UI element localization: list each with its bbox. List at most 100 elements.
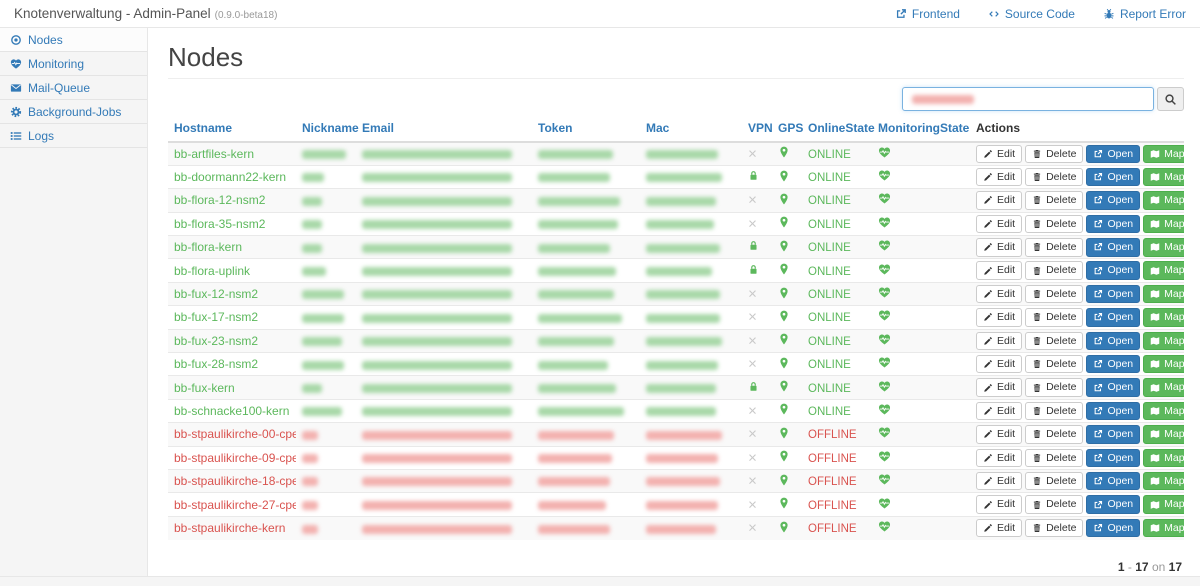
open-button[interactable]: Open <box>1086 519 1140 538</box>
map-button[interactable]: Map <box>1143 472 1184 491</box>
node-hostname-link[interactable]: bb-fux-17-nsm2 <box>174 310 258 324</box>
search-button[interactable] <box>1157 87 1184 111</box>
column-header-monitoringstate[interactable]: MonitoringState <box>872 117 970 142</box>
map-marker-icon[interactable] <box>778 146 790 158</box>
open-button[interactable]: Open <box>1086 238 1140 257</box>
node-hostname-link[interactable]: bb-flora-kern <box>174 240 242 254</box>
edit-button[interactable]: Edit <box>976 332 1022 351</box>
map-marker-icon[interactable] <box>778 287 790 299</box>
edit-button[interactable]: Edit <box>976 449 1022 468</box>
column-header-nickname[interactable]: Nickname <box>296 117 356 142</box>
sidebar-item-mail-queue[interactable]: Mail-Queue <box>0 76 147 100</box>
open-button[interactable]: Open <box>1086 191 1140 210</box>
topbar-link-frontend[interactable]: Frontend <box>895 7 960 21</box>
map-marker-icon[interactable] <box>778 310 790 322</box>
delete-button[interactable]: Delete <box>1025 449 1083 468</box>
delete-button[interactable]: Delete <box>1025 355 1083 374</box>
map-marker-icon[interactable] <box>778 427 790 439</box>
delete-button[interactable]: Delete <box>1025 378 1083 397</box>
edit-button[interactable]: Edit <box>976 285 1022 304</box>
map-button[interactable]: Map <box>1143 519 1184 538</box>
node-hostname-link[interactable]: bb-stpaulikirche-00-cpe2 <box>174 427 296 441</box>
delete-button[interactable]: Delete <box>1025 332 1083 351</box>
open-button[interactable]: Open <box>1086 449 1140 468</box>
node-hostname-link[interactable]: bb-artfiles-kern <box>174 147 254 161</box>
open-button[interactable]: Open <box>1086 145 1140 164</box>
map-button[interactable]: Map <box>1143 215 1184 234</box>
edit-button[interactable]: Edit <box>976 215 1022 234</box>
map-marker-icon[interactable] <box>778 357 790 369</box>
node-hostname-link[interactable]: bb-stpaulikirche-kern <box>174 521 285 535</box>
map-button[interactable]: Map <box>1143 449 1184 468</box>
node-hostname-link[interactable]: bb-schnacke100-kern <box>174 404 289 418</box>
open-button[interactable]: Open <box>1086 355 1140 374</box>
column-header-email[interactable]: Email <box>356 117 532 142</box>
map-marker-icon[interactable] <box>778 263 790 275</box>
node-hostname-link[interactable]: bb-stpaulikirche-09-cpe2 <box>174 451 296 465</box>
delete-button[interactable]: Delete <box>1025 215 1083 234</box>
map-button[interactable]: Map <box>1143 145 1184 164</box>
node-hostname-link[interactable]: bb-fux-23-nsm2 <box>174 334 258 348</box>
column-header-gps[interactable]: GPS <box>772 117 802 142</box>
map-button[interactable]: Map <box>1143 378 1184 397</box>
open-button[interactable]: Open <box>1086 472 1140 491</box>
delete-button[interactable]: Delete <box>1025 472 1083 491</box>
edit-button[interactable]: Edit <box>976 145 1022 164</box>
delete-button[interactable]: Delete <box>1025 425 1083 444</box>
open-button[interactable]: Open <box>1086 308 1140 327</box>
map-marker-icon[interactable] <box>778 521 790 533</box>
open-button[interactable]: Open <box>1086 168 1140 187</box>
sidebar-item-background-jobs[interactable]: Background-Jobs <box>0 100 147 124</box>
map-button[interactable]: Map <box>1143 355 1184 374</box>
map-button[interactable]: Map <box>1143 238 1184 257</box>
delete-button[interactable]: Delete <box>1025 238 1083 257</box>
column-header-onlinestate[interactable]: OnlineState <box>802 117 872 142</box>
map-marker-icon[interactable] <box>778 216 790 228</box>
edit-button[interactable]: Edit <box>976 402 1022 421</box>
topbar-link-report-error[interactable]: Report Error <box>1103 7 1186 21</box>
map-button[interactable]: Map <box>1143 191 1184 210</box>
map-marker-icon[interactable] <box>778 193 790 205</box>
node-hostname-link[interactable]: bb-stpaulikirche-18-cpe2 <box>174 474 296 488</box>
node-hostname-link[interactable]: bb-flora-12-nsm2 <box>174 193 265 207</box>
delete-button[interactable]: Delete <box>1025 495 1083 514</box>
edit-button[interactable]: Edit <box>976 168 1022 187</box>
sidebar-item-logs[interactable]: Logs <box>0 124 147 148</box>
map-marker-icon[interactable] <box>778 240 790 252</box>
map-button[interactable]: Map <box>1143 425 1184 444</box>
delete-button[interactable]: Delete <box>1025 261 1083 280</box>
search-input[interactable] <box>902 87 1154 111</box>
open-button[interactable]: Open <box>1086 215 1140 234</box>
column-header-token[interactable]: Token <box>532 117 640 142</box>
sidebar-item-monitoring[interactable]: Monitoring <box>0 52 147 76</box>
column-header-mac[interactable]: Mac <box>640 117 742 142</box>
edit-button[interactable]: Edit <box>976 519 1022 538</box>
edit-button[interactable]: Edit <box>976 261 1022 280</box>
delete-button[interactable]: Delete <box>1025 285 1083 304</box>
node-hostname-link[interactable]: bb-flora-uplink <box>174 264 250 278</box>
map-button[interactable]: Map <box>1143 285 1184 304</box>
map-marker-icon[interactable] <box>778 474 790 486</box>
node-hostname-link[interactable]: bb-doormann22-kern <box>174 170 286 184</box>
column-header-hostname[interactable]: Hostname <box>168 117 296 142</box>
edit-button[interactable]: Edit <box>976 495 1022 514</box>
map-marker-icon[interactable] <box>778 497 790 509</box>
delete-button[interactable]: Delete <box>1025 519 1083 538</box>
open-button[interactable]: Open <box>1086 332 1140 351</box>
topbar-link-source-code[interactable]: Source Code <box>988 7 1075 21</box>
map-marker-icon[interactable] <box>778 380 790 392</box>
node-hostname-link[interactable]: bb-stpaulikirche-27-cpe2 <box>174 498 296 512</box>
map-button[interactable]: Map <box>1143 402 1184 421</box>
node-hostname-link[interactable]: bb-fux-12-nsm2 <box>174 287 258 301</box>
edit-button[interactable]: Edit <box>976 425 1022 444</box>
node-hostname-link[interactable]: bb-fux-28-nsm2 <box>174 357 258 371</box>
map-marker-icon[interactable] <box>778 333 790 345</box>
open-button[interactable]: Open <box>1086 402 1140 421</box>
edit-button[interactable]: Edit <box>976 238 1022 257</box>
open-button[interactable]: Open <box>1086 378 1140 397</box>
map-button[interactable]: Map <box>1143 168 1184 187</box>
open-button[interactable]: Open <box>1086 495 1140 514</box>
delete-button[interactable]: Delete <box>1025 308 1083 327</box>
open-button[interactable]: Open <box>1086 261 1140 280</box>
map-button[interactable]: Map <box>1143 332 1184 351</box>
